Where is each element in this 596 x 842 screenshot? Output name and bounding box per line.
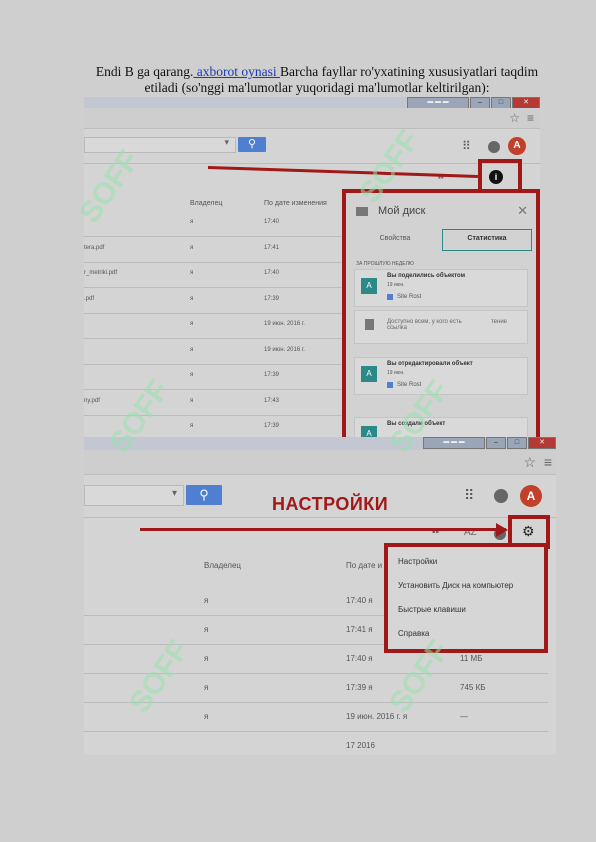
search-input[interactable]: ▾ bbox=[84, 137, 236, 153]
date-cell: 17:40 я bbox=[346, 596, 373, 605]
owner-cell: я bbox=[204, 683, 209, 692]
menu-icon[interactable]: ≡ bbox=[527, 111, 534, 125]
file-name: .pdf bbox=[84, 295, 95, 302]
date-cell: 17:39 bbox=[264, 295, 280, 302]
table-row[interactable]: я 17:40 bbox=[84, 211, 342, 237]
language-indicator: ▬ ▬ ▬ bbox=[423, 437, 485, 449]
search-input[interactable]: ▾ bbox=[84, 485, 184, 506]
menu-item-help[interactable]: Справка bbox=[398, 629, 429, 638]
date-cell: 17:43 bbox=[264, 397, 280, 404]
size-cell: 11 МБ bbox=[460, 654, 483, 663]
table-row[interactable]: 17 2016 bbox=[84, 732, 548, 755]
tab-stats[interactable]: Статистика bbox=[442, 229, 532, 251]
date-cell: 17 2016 bbox=[346, 741, 375, 750]
close-icon[interactable]: ✕ bbox=[517, 203, 528, 219]
owner-cell: я bbox=[204, 596, 209, 605]
dropdown-icon[interactable]: ▾ bbox=[172, 488, 177, 499]
date-cell: 19 июн. 2016 г. bbox=[264, 346, 305, 353]
menu-item-install-drive[interactable]: Установить Диск на компьютер bbox=[398, 581, 513, 590]
doc-icon bbox=[387, 294, 393, 300]
doc-icon bbox=[387, 382, 393, 388]
size-cell: — bbox=[460, 712, 468, 721]
date-cell: 17:39 bbox=[264, 423, 280, 429]
owner-cell: я bbox=[204, 654, 209, 663]
menu-icon[interactable]: ≡ bbox=[544, 454, 552, 470]
person-icon bbox=[365, 319, 374, 330]
owner-cell: я bbox=[190, 244, 194, 251]
arrow-head bbox=[496, 523, 508, 537]
panel-title: Мой диск bbox=[378, 205, 426, 217]
maximize-button[interactable]: □ bbox=[507, 437, 527, 449]
owner-cell: я bbox=[204, 712, 209, 721]
owner-column-header[interactable]: Владелец bbox=[190, 200, 222, 207]
owner-cell: я bbox=[190, 321, 194, 327]
apps-icon[interactable]: ⠿ bbox=[462, 139, 471, 153]
date-cell: 19 июн. 2016 г. я bbox=[346, 712, 408, 721]
table-row[interactable]: я 19 июн. 2016 г. bbox=[84, 313, 342, 339]
star-icon[interactable]: ☆ bbox=[523, 454, 536, 471]
date-cell: 17:39 bbox=[264, 372, 280, 378]
date-cell: 17:39 я bbox=[346, 683, 373, 692]
arrow-to-settings bbox=[140, 528, 506, 531]
owner-cell: я bbox=[204, 625, 209, 634]
activity-card: A Вы создали объект bbox=[354, 417, 528, 437]
activity-card: A Вы поделились объектом 19 июн. Site Ro… bbox=[354, 269, 528, 307]
arrow-to-info bbox=[207, 166, 478, 178]
settings-heading: НАСТРОЙКИ bbox=[272, 494, 389, 514]
tab-properties[interactable]: Свойства bbox=[350, 230, 440, 248]
owner-cell: я bbox=[190, 270, 194, 276]
share-note-card: Доступно всем, у кого есть ссылка тение bbox=[354, 310, 528, 344]
section-label: ЗА ПРОШЛУЮ НЕДЕЛЮ bbox=[356, 261, 414, 267]
file-name: ny.pdf bbox=[84, 397, 100, 404]
owner-cell: я bbox=[190, 346, 194, 353]
info-icon[interactable]: i bbox=[489, 170, 503, 184]
owner-column-header[interactable]: Владелец bbox=[204, 561, 241, 570]
search-button[interactable]: ⚲ bbox=[186, 485, 222, 505]
date-cell: 17:40 bbox=[264, 219, 280, 225]
apps-icon[interactable]: ⠿ bbox=[464, 487, 474, 504]
owner-cell: я bbox=[190, 397, 194, 404]
star-icon[interactable]: ☆ bbox=[509, 111, 520, 125]
table-row[interactable]: tera.pdf я 17:41 bbox=[84, 237, 342, 263]
activity-badge: A bbox=[361, 278, 377, 294]
owner-cell: я bbox=[190, 372, 194, 378]
caption-text-1: Endi B ga qarang. bbox=[95, 64, 194, 79]
owner-cell: я bbox=[190, 219, 194, 225]
date-column-header[interactable]: По дате изменения bbox=[264, 200, 327, 207]
file-name: r_metriki.pdf bbox=[84, 270, 118, 276]
search-button[interactable]: ⚲ bbox=[238, 137, 266, 152]
menu-item-settings[interactable]: Настройки bbox=[398, 557, 437, 566]
browser-toolbar: ☆ ≡ bbox=[84, 450, 556, 475]
window-titlebar: ▬ ▬ ▬ – □ ✕ bbox=[84, 437, 556, 450]
caption-link[interactable]: axborot oynasi bbox=[193, 64, 280, 79]
table-row[interactable]: я 17:39 bbox=[84, 364, 342, 390]
date-column-header[interactable]: По дате и bbox=[346, 561, 382, 570]
settings-menu: Настройки Установить Диск на компьютер Б… bbox=[388, 547, 544, 649]
date-cell: 17:41 я bbox=[346, 625, 373, 634]
table-row[interactable]: я 19 июн. 2016 г. bbox=[84, 339, 342, 365]
file-name: tera.pdf bbox=[84, 244, 105, 251]
notifications-icon[interactable] bbox=[488, 141, 500, 153]
notifications-icon[interactable] bbox=[494, 489, 508, 503]
window-titlebar: ▬ ▬ ▬ – □ ✕ bbox=[84, 97, 540, 109]
owner-cell: я bbox=[190, 423, 194, 429]
minimize-button[interactable]: – bbox=[486, 437, 506, 449]
date-cell: 19 июн. 2016 г. bbox=[264, 321, 305, 327]
avatar[interactable]: A bbox=[508, 137, 526, 155]
close-window-button[interactable]: ✕ bbox=[528, 437, 556, 449]
table-row[interactable]: .pdf я 17:39 bbox=[84, 288, 342, 314]
date-cell: 17:40 я bbox=[346, 654, 373, 663]
date-cell: 17:40 bbox=[264, 270, 280, 276]
owner-cell: я bbox=[190, 295, 194, 302]
gear-icon[interactable]: ⚙ bbox=[522, 523, 535, 540]
dropdown-icon[interactable]: ▾ bbox=[224, 137, 229, 148]
caption: Endi B ga qarang. axborot oynasi Barcha … bbox=[92, 64, 542, 96]
avatar[interactable]: A bbox=[520, 485, 542, 507]
size-cell: 745 КБ bbox=[460, 683, 486, 692]
table-row[interactable]: r_metriki.pdf я 17:40 bbox=[84, 262, 342, 288]
browser-toolbar: ☆ ≡ bbox=[84, 108, 540, 129]
date-cell: 17:41 bbox=[264, 244, 280, 251]
folder-icon bbox=[356, 207, 368, 216]
menu-item-shortcuts[interactable]: Быстрые клавиши bbox=[398, 605, 466, 614]
